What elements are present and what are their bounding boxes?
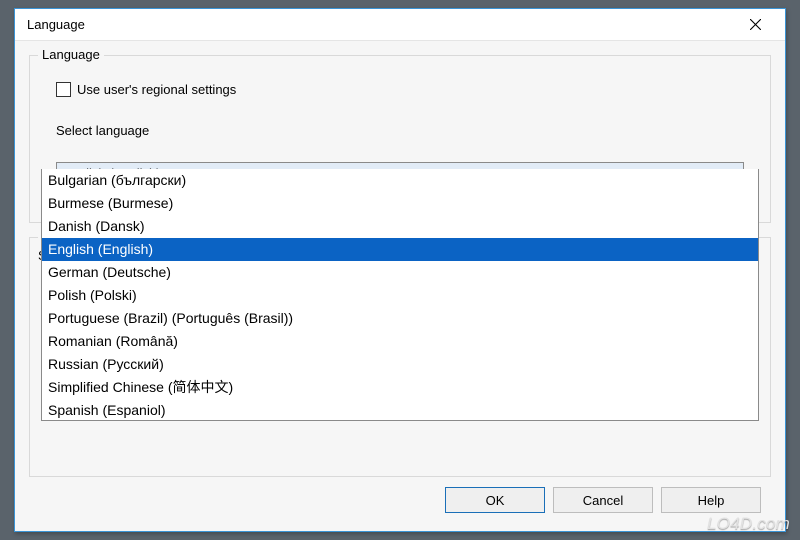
language-option[interactable]: Russian (Русский) [42, 353, 758, 376]
language-option[interactable]: English (English) [42, 238, 758, 261]
language-dropdown-list[interactable]: Bulgarian (български)Burmese (Burmese)Da… [41, 169, 759, 421]
help-button-label: Help [698, 493, 725, 508]
language-option[interactable]: Polish (Polski) [42, 284, 758, 307]
use-regional-label: Use user's regional settings [77, 82, 236, 97]
checkbox-box-icon [56, 82, 71, 97]
group-legend-language: Language [38, 47, 104, 62]
help-button[interactable]: Help [661, 487, 761, 513]
watermark-text: LO4D.com [707, 514, 790, 534]
close-button[interactable] [735, 11, 775, 39]
language-option[interactable]: Danish (Dansk) [42, 215, 758, 238]
language-option[interactable]: Portuguese (Brazil) (Português (Brasil)) [42, 307, 758, 330]
client-area: Language Use user's regional settings Se… [15, 41, 785, 531]
use-regional-checkbox[interactable]: Use user's regional settings [56, 82, 754, 97]
language-option[interactable]: German (Deutsche) [42, 261, 758, 284]
language-option[interactable]: Burmese (Burmese) [42, 192, 758, 215]
language-option[interactable]: Spanish (Espaniol) [42, 399, 758, 421]
cancel-button[interactable]: Cancel [553, 487, 653, 513]
language-option[interactable]: Romanian (Română) [42, 330, 758, 353]
language-option[interactable]: Bulgarian (български) [42, 169, 758, 192]
title-bar: Language [15, 9, 785, 41]
dialog-window: Language Language Use user's regional se… [14, 8, 786, 532]
close-icon [750, 19, 761, 30]
ok-button-label: OK [486, 493, 505, 508]
cancel-button-label: Cancel [583, 493, 623, 508]
window-title: Language [27, 17, 85, 32]
screenshot-stage: Language Language Use user's regional se… [0, 0, 800, 540]
language-option[interactable]: Simplified Chinese (简体中文) [42, 376, 758, 399]
select-language-label: Select language [56, 123, 754, 138]
ok-button[interactable]: OK [445, 487, 545, 513]
dialog-button-row: OK Cancel Help [445, 487, 761, 513]
